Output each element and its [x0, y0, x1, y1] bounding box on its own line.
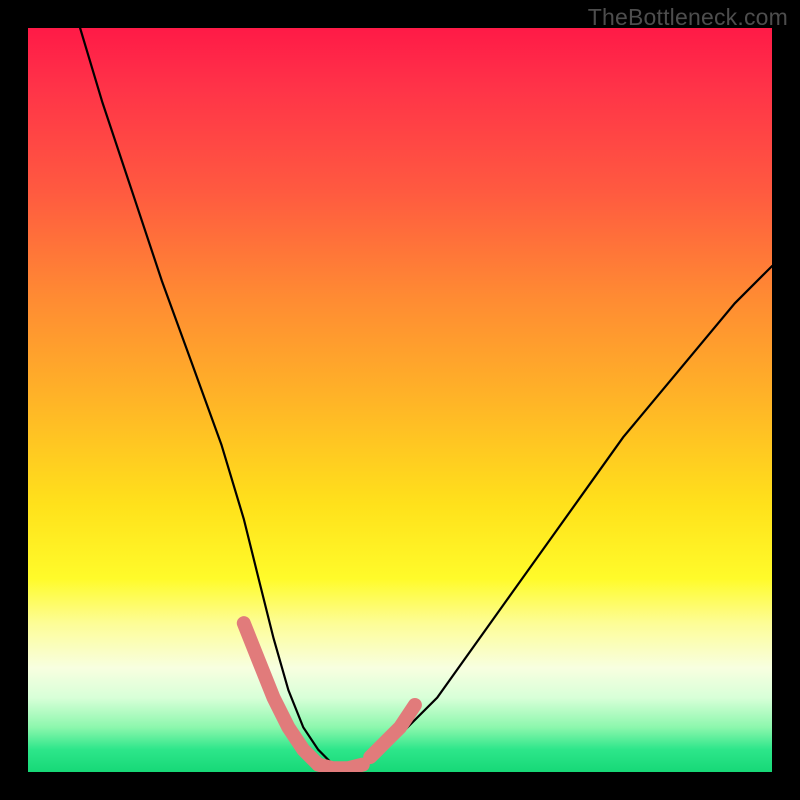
watermark-text: TheBottleneck.com [588, 4, 788, 31]
chart-frame: TheBottleneck.com [0, 0, 800, 800]
bottleneck-curve [80, 28, 772, 765]
highlight-left [244, 623, 318, 764]
curve-layer [28, 28, 772, 772]
highlight-right [370, 705, 415, 757]
highlight-bottom [318, 765, 363, 769]
plot-area [28, 28, 772, 772]
